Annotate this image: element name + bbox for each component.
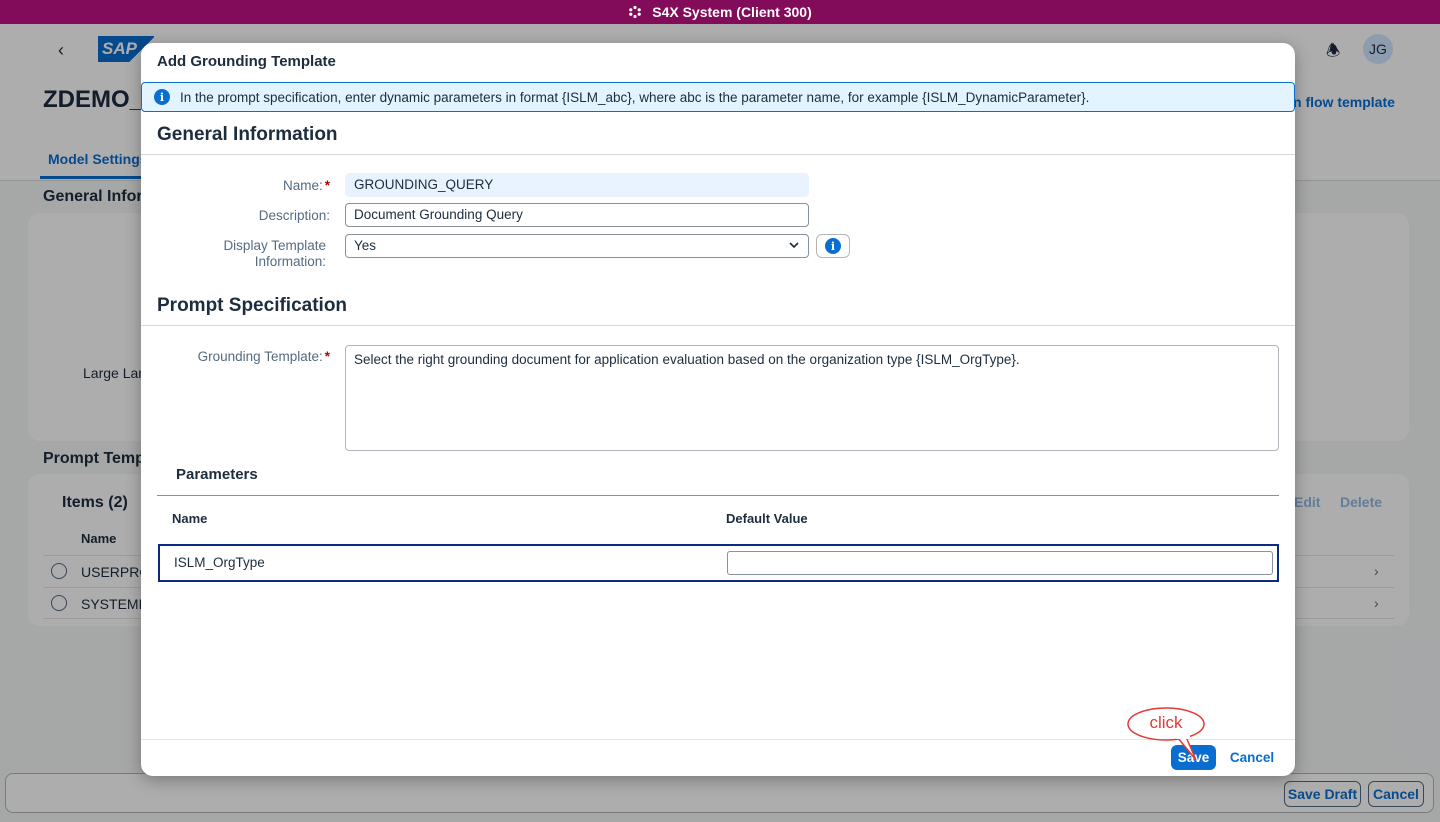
chevron-down-icon [789, 242, 799, 249]
display-template-label: Display Template Information: [141, 238, 326, 270]
default-value-input[interactable] [727, 551, 1273, 575]
general-information-title: General Information [157, 124, 338, 145]
footer-divider [141, 739, 1295, 740]
cancel-button[interactable]: Cancel [1223, 745, 1281, 770]
description-label: Description: [258, 208, 330, 223]
column-header-name: Name [172, 511, 208, 526]
section-divider [141, 154, 1295, 155]
info-message-text: In the prompt specification, enter dynam… [180, 89, 1090, 105]
grounding-template-label: Grounding Template: * [141, 349, 330, 364]
prompt-specification-title: Prompt Specification [157, 295, 348, 316]
name-field[interactable]: GROUNDING_QUERY [345, 173, 809, 197]
table-row[interactable]: ISLM_OrgType [158, 544, 1279, 582]
required-marker: * [324, 349, 330, 364]
description-field[interactable]: Document Grounding Query [345, 203, 809, 227]
parameter-name: ISLM_OrgType [174, 555, 265, 570]
display-template-label-line2: Information: [254, 254, 326, 269]
section-divider [141, 325, 1295, 326]
name-label-text: Name: [282, 178, 323, 193]
system-icon [629, 5, 642, 19]
display-template-value: Yes [354, 238, 377, 253]
callout-text: click [1149, 713, 1183, 732]
dialog-title: Add Grounding Template [157, 53, 336, 70]
column-header-default-value: Default Value [726, 511, 808, 526]
parameters-divider [157, 495, 1279, 496]
required-marker: * [324, 178, 330, 193]
info-message-strip: i In the prompt specification, enter dyn… [141, 82, 1295, 112]
info-button[interactable]: i [816, 234, 850, 258]
grounding-template-label-text: Grounding Template: [197, 349, 323, 364]
display-template-select[interactable]: Yes [345, 234, 809, 258]
info-icon: i [154, 89, 170, 105]
parameters-title: Parameters [176, 466, 258, 483]
shell-title: S4X System (Client 300) [652, 4, 812, 20]
shell-bar: S4X System (Client 300) [0, 0, 1440, 24]
grounding-template-textarea[interactable]: Select the right grounding document for … [345, 345, 1279, 451]
display-template-label-line1: Display Template [223, 238, 326, 253]
name-label: Name: * [141, 178, 330, 193]
add-grounding-template-dialog: Add Grounding Template i In the prompt s… [141, 43, 1295, 776]
info-icon: i [825, 238, 841, 254]
